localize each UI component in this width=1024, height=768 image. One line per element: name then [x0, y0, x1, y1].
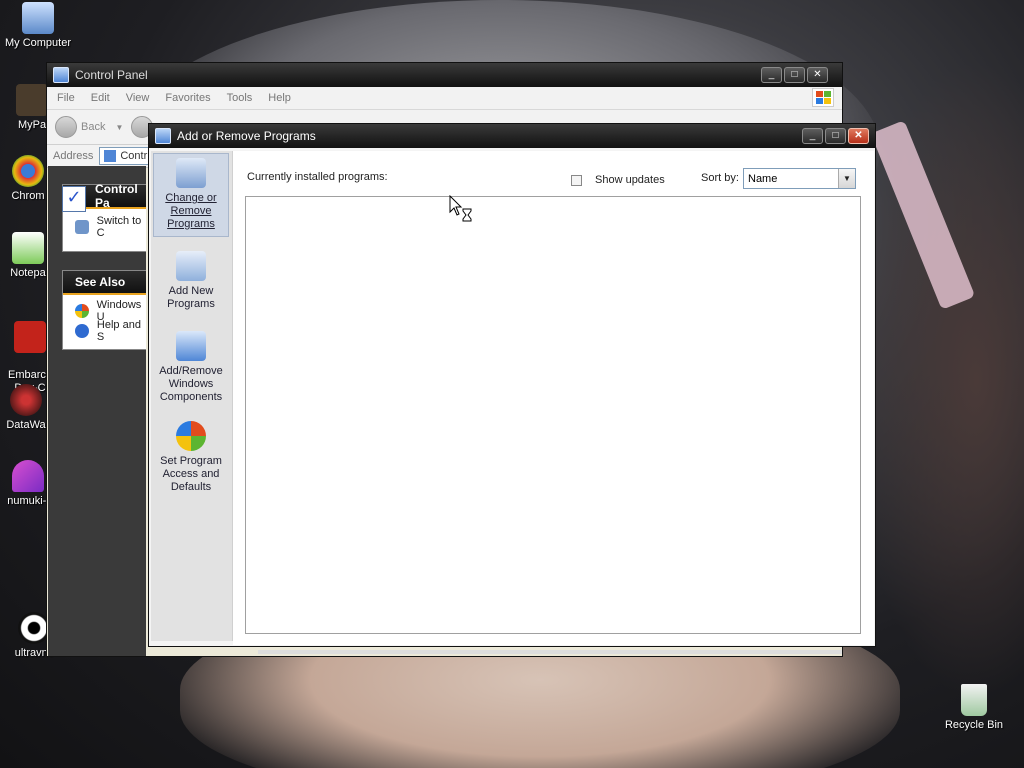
maximize-button[interactable]: □: [784, 67, 805, 83]
window-title: Add or Remove Programs: [177, 129, 316, 143]
back-label[interactable]: Back: [81, 121, 105, 133]
show-updates-label[interactable]: Show updates: [595, 174, 665, 186]
minimize-button[interactable]: _: [761, 67, 782, 83]
address-label: Address: [53, 150, 94, 162]
desktop-icon-label: My Computer: [4, 37, 72, 49]
mouse-cursor-busy-icon: [449, 194, 475, 228]
sort-by-label: Sort by:: [701, 172, 739, 184]
menu-bar: File Edit View Favorites Tools Help: [47, 87, 842, 110]
menu-view[interactable]: View: [126, 92, 150, 104]
maximize-button[interactable]: □: [825, 128, 846, 144]
see-also-panel: See Also Windows U Help and S: [62, 270, 146, 350]
see-also-windows-update-link[interactable]: Windows U: [63, 299, 146, 323]
add-new-programs-button[interactable]: Add New Programs: [153, 247, 229, 313]
add-remove-programs-window: Add or Remove Programs _ □ ✕ Change or R…: [148, 123, 876, 647]
datawa-icon: [10, 384, 42, 416]
panel-title: See Also: [63, 271, 146, 295]
sidebar-label: Add/Remove Windows Components: [159, 365, 223, 403]
help-icon: [75, 324, 89, 338]
chrome-icon: [12, 155, 44, 187]
sidebar-label: Set Program Access and Defaults: [160, 455, 222, 493]
desktop-icon-label: Recycle Bin: [944, 719, 1004, 731]
add-remove-programs-icon: [155, 128, 171, 144]
numuki-icon: [12, 460, 44, 492]
set-program-access-button[interactable]: Set Program Access and Defaults: [153, 417, 229, 497]
arp-sidebar: Change or Remove Programs Add New Progra…: [151, 151, 233, 641]
installed-programs-label: Currently installed programs:: [247, 171, 388, 183]
desktop-icon-my-computer[interactable]: My Computer: [0, 2, 76, 49]
chevron-down-icon[interactable]: ▼: [838, 169, 855, 188]
switch-view-link[interactable]: Switch to C: [63, 215, 146, 239]
sort-by-value: Name: [748, 172, 778, 185]
change-remove-programs-button[interactable]: Change or Remove Programs: [153, 153, 229, 237]
windows-update-icon: [75, 304, 89, 318]
menu-help[interactable]: Help: [268, 92, 291, 104]
address-value: Contr: [120, 150, 148, 162]
switch-view-icon: [75, 220, 89, 234]
back-arrow-icon[interactable]: [55, 116, 77, 138]
show-updates-checkbox[interactable]: [571, 175, 582, 186]
see-also-help-link[interactable]: Help and S: [63, 319, 146, 343]
menu-edit[interactable]: Edit: [91, 92, 110, 104]
minimize-button[interactable]: _: [802, 128, 823, 144]
task-pane: Control Pa Switch to C See Also Windows …: [48, 166, 146, 656]
change-remove-programs-icon: [176, 158, 206, 188]
background-shape: [850, 60, 1024, 700]
arp-main-panel: Currently installed programs: Show updat…: [233, 151, 874, 645]
title-bar[interactable]: Add or Remove Programs _ □ ✕: [149, 124, 875, 148]
title-bar[interactable]: Control Panel _ □ ✕: [47, 63, 842, 87]
recycle-bin-icon: [961, 684, 987, 716]
control-panel-icon: [53, 67, 69, 83]
windows-logo-icon: [812, 88, 834, 107]
chevron-down-icon[interactable]: ▼: [115, 123, 123, 132]
menu-favorites[interactable]: Favorites: [165, 92, 210, 104]
control-panel-small-icon: [104, 150, 117, 162]
program-access-icon: [176, 421, 206, 451]
embarcadero-icon: [14, 321, 46, 353]
close-button[interactable]: ✕: [807, 67, 828, 83]
windows-components-icon: [176, 331, 206, 361]
sidebar-label: Change or Remove Programs: [165, 192, 217, 230]
notepad-icon: [12, 232, 44, 264]
installed-programs-list[interactable]: [245, 196, 861, 634]
menu-tools[interactable]: Tools: [227, 92, 253, 104]
add-new-programs-icon: [176, 251, 206, 281]
desktop-icon-recycle-bin[interactable]: Recycle Bin: [936, 684, 1012, 731]
sort-by-dropdown[interactable]: Name ▼: [743, 168, 856, 189]
control-panel-check-icon: ✓: [62, 186, 86, 212]
sidebar-label: Add New Programs: [167, 285, 215, 310]
app-icon: [16, 84, 48, 116]
close-button[interactable]: ✕: [848, 128, 869, 144]
add-remove-windows-components-button[interactable]: Add/Remove Windows Components: [153, 327, 229, 407]
window-title: Control Panel: [75, 68, 148, 82]
scroll-strip: [258, 650, 842, 654]
computer-icon: [22, 2, 54, 34]
menu-file[interactable]: File: [57, 92, 75, 104]
